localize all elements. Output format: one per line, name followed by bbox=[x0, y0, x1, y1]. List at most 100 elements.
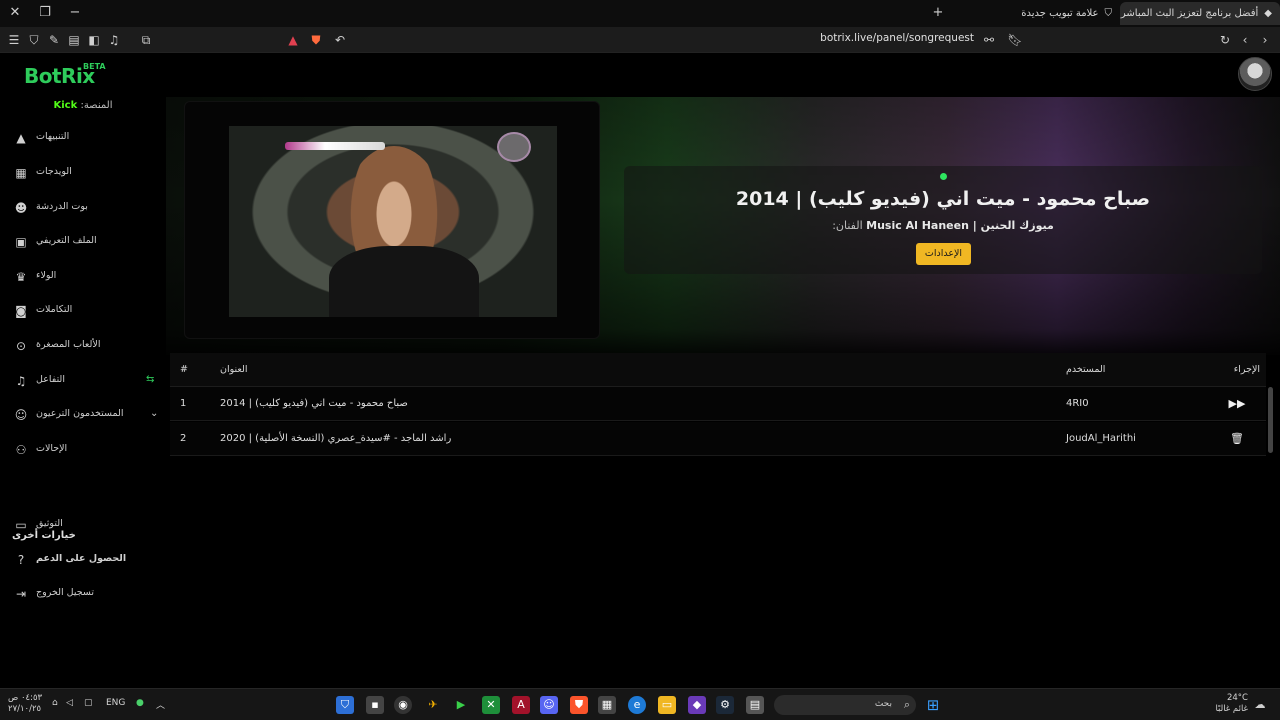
browser-toolbar: ☰ ⛉ ✎ ▤ ◧ ♫ ⧉ ▲ ⛊ ↶ botrix.live/panel/so… bbox=[0, 27, 1280, 53]
microphone-icon[interactable]: ● bbox=[136, 698, 144, 708]
brave-icon[interactable]: ⛊ bbox=[570, 696, 588, 714]
app-icon[interactable]: ▶ bbox=[452, 696, 470, 714]
notifications-icon[interactable]: ▢ bbox=[84, 698, 93, 708]
sidebar-item-alerts[interactable]: ▲ التنبيهات bbox=[0, 123, 166, 153]
table-row: 1 صباح محمود - ميت اني (فيديو كليب) | 20… bbox=[170, 387, 1266, 421]
sidebar-item-label: التوثيق bbox=[36, 518, 63, 529]
tab-active[interactable]: ◆ أفضل برنامج لتعزيز البث المباشر ✕ bbox=[1120, 2, 1280, 25]
sidebar-item-label: الألعاب المصغرة bbox=[36, 339, 101, 350]
store-icon[interactable]: ▦ bbox=[598, 696, 616, 714]
obs-icon[interactable]: ◉ bbox=[394, 696, 412, 714]
alert-icon[interactable]: ▲ bbox=[284, 31, 302, 49]
sidebar-item-logout[interactable]: ⇥ تسجيل الخروج bbox=[0, 579, 166, 609]
file-explorer-icon[interactable]: ▭ bbox=[658, 696, 676, 714]
skip-forward-icon[interactable]: ▶▶ bbox=[1226, 396, 1248, 412]
shield-icon[interactable]: ⛉ bbox=[25, 31, 43, 49]
shield-tab-icon: ⛉ bbox=[1104, 8, 1113, 19]
taskbar-search[interactable]: بحث ⌕ bbox=[774, 695, 916, 715]
xbox-icon[interactable]: ✕ bbox=[482, 696, 500, 714]
back-icon[interactable]: ‹ bbox=[1236, 31, 1254, 49]
music-icon[interactable]: ♫ bbox=[105, 31, 123, 49]
system-clock[interactable]: ٠٤:٥٣ ص ٢٧/١٠/٢٥ bbox=[8, 693, 42, 715]
app-icon[interactable]: ✈ bbox=[424, 696, 442, 714]
widgets-icon: ▦ bbox=[15, 166, 27, 180]
bookmark-icon[interactable]: 🔖︎ bbox=[1006, 31, 1024, 49]
app-icon[interactable]: ▤ bbox=[746, 696, 764, 714]
sidebar-item-chatbot[interactable]: ☻ بوت الدردشة bbox=[0, 193, 166, 223]
chevron-down-icon[interactable]: ⌄ bbox=[150, 408, 158, 419]
restore-window-icon[interactable]: ❐ bbox=[36, 4, 54, 22]
language-indicator[interactable]: ENG bbox=[106, 698, 125, 708]
network-icon[interactable]: ⌂ bbox=[52, 698, 58, 708]
sidebar-item-loyalty[interactable]: ♛ الولاء bbox=[0, 262, 166, 292]
botrix-tab-icon: ◆ bbox=[1264, 8, 1272, 19]
table-header: # العنوان المستخدم الإجراء bbox=[170, 353, 1266, 387]
live-indicator bbox=[940, 173, 947, 180]
taskbar: ٠٤:٥٣ ص ٢٧/١٠/٢٥ ⌂ ◁ ▢ ENG ● ︿ ⛉ ▪ ◉ ✈ ▶… bbox=[0, 688, 1280, 720]
trash-icon[interactable]: 🗑︎ bbox=[1226, 431, 1248, 447]
app-icon[interactable]: ▪ bbox=[366, 696, 384, 714]
brave-shield-icon[interactable]: ⛊ bbox=[307, 31, 325, 49]
sidebar-item-label: بوت الدردشة bbox=[36, 201, 88, 212]
trophy-icon: ♛ bbox=[15, 270, 27, 284]
app-icon[interactable]: A bbox=[512, 696, 530, 714]
reader-icon[interactable]: ▤ bbox=[65, 31, 83, 49]
music-icon: ♫ bbox=[15, 374, 27, 388]
defender-icon[interactable]: ⛉ bbox=[336, 696, 354, 714]
search-icon: ⌕ bbox=[903, 698, 910, 711]
artist-label: الفنان: bbox=[832, 219, 863, 232]
artist-value: ميوزك الحنين | Music Al Haneen bbox=[866, 219, 1054, 232]
address-url[interactable]: botrix.live/panel/songrequest bbox=[700, 32, 974, 44]
weather-widget[interactable]: 24°C غائم غالبًا bbox=[1212, 693, 1248, 715]
sidebar-toggle-icon[interactable]: ◧ bbox=[85, 31, 103, 49]
weather-temp: 24°C bbox=[1226, 693, 1248, 703]
sidebar-item-docs[interactable]: ▭ التوثيق bbox=[0, 510, 166, 540]
sync-icon: ⇆ bbox=[146, 374, 155, 385]
app-header: BotRix BETA bbox=[0, 53, 1280, 97]
sidebar-item-minigames[interactable]: ⊙ الألعاب المصغرة bbox=[0, 331, 166, 361]
sidebar-item-label: المستخدمون الترعيون bbox=[36, 408, 124, 419]
header-action: الإجراء bbox=[1233, 364, 1260, 375]
sidebar-item-widgets[interactable]: ▦ الويدجات bbox=[0, 158, 166, 188]
screenshot-icon[interactable]: ⧉ bbox=[137, 31, 155, 49]
sidebar-item-label: الملف التعريفي bbox=[36, 235, 97, 246]
clock-time: ٠٤:٥٣ ص bbox=[8, 693, 43, 703]
video-player[interactable] bbox=[184, 101, 600, 339]
edge-icon[interactable]: e bbox=[628, 696, 646, 714]
video-frame[interactable] bbox=[229, 126, 557, 317]
sidebar-item-support[interactable]: ? الحصول على الدعم bbox=[0, 545, 166, 575]
forward-icon[interactable]: › bbox=[1256, 31, 1274, 49]
discord-icon[interactable]: ☺ bbox=[540, 696, 558, 714]
share-icon[interactable]: ↶ bbox=[331, 31, 349, 49]
sidebar-item-interaction[interactable]: ♫ التفاعل ⇆ bbox=[0, 366, 166, 396]
app-icon[interactable]: ◆ bbox=[688, 696, 706, 714]
avatar[interactable] bbox=[1238, 57, 1272, 91]
reload-icon[interactable]: ↻ bbox=[1216, 31, 1234, 49]
tools-icon[interactable]: ✎ bbox=[45, 31, 63, 49]
sidebar: المنصة: Kick ▲ التنبيهات ▦ الويدجات ☻ بو… bbox=[0, 97, 166, 688]
docs-icon: ▭ bbox=[15, 518, 27, 532]
sidebar-item-users[interactable]: ☺ المستخدمون الترعيون ⌄ bbox=[0, 400, 166, 430]
settings-button[interactable]: الإعدادات bbox=[916, 243, 971, 265]
new-tab-icon[interactable]: + bbox=[929, 4, 947, 22]
header-title: العنوان bbox=[220, 364, 248, 375]
site-settings-icon[interactable]: ⚯ bbox=[980, 31, 998, 49]
robot-icon: ☻ bbox=[14, 201, 28, 215]
sidebar-item-label: الإحالات bbox=[36, 443, 68, 454]
close-window-icon[interactable]: ✕ bbox=[6, 4, 24, 22]
minimize-window-icon[interactable]: − bbox=[66, 4, 84, 22]
tab-new[interactable]: ⛉ علامة تبويب جديدة bbox=[1020, 2, 1120, 25]
cloud-icon: ☁ bbox=[1254, 698, 1266, 711]
sidebar-item-profile[interactable]: ▣ الملف التعريفي bbox=[0, 227, 166, 257]
tray-expand-icon[interactable]: ︿ bbox=[156, 698, 165, 711]
scrollbar[interactable] bbox=[1268, 387, 1273, 453]
steam-icon[interactable]: ⚙ bbox=[716, 696, 734, 714]
sidebar-item-referrals[interactable]: ⚇ الإحالات bbox=[0, 435, 166, 465]
tab-label: علامة تبويب جديدة bbox=[1021, 8, 1099, 19]
volume-icon[interactable]: ◁ bbox=[66, 698, 73, 708]
sidebar-item-integrations[interactable]: ◙ التكاملات bbox=[0, 296, 166, 326]
help-icon: ? bbox=[17, 553, 25, 567]
browser-tab-bar: ✕ ❐ − + ⛉ علامة تبويب جديدة ◆ أفضل برنام… bbox=[0, 0, 1280, 27]
windows-start-icon[interactable]: ⊞ bbox=[924, 696, 942, 714]
menu-icon[interactable]: ☰ bbox=[5, 31, 23, 49]
